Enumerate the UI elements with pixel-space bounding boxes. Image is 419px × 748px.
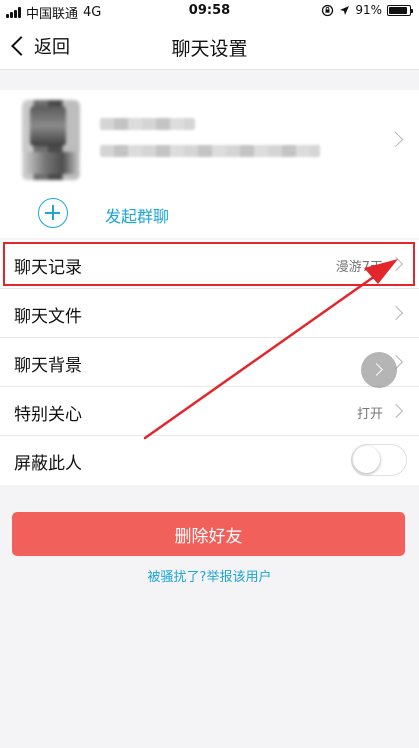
setting-value: 打开	[356, 407, 383, 422]
chevron-right-icon	[388, 256, 404, 272]
setting-chat-history[interactable]: 聊天记录 漫游7天	[0, 240, 419, 289]
setting-label: 聊天记录	[14, 258, 82, 278]
setting-label: 聊天文件	[14, 307, 82, 327]
delete-friend-button[interactable]: 删除好友	[12, 512, 405, 556]
setting-value: 漫游7天	[335, 260, 383, 275]
setting-chat-background[interactable]: 聊天背景	[0, 338, 419, 387]
floating-assist-button[interactable]	[361, 352, 397, 388]
battery-fill	[389, 6, 408, 14]
start-group-chat-button[interactable]: 发起群聊	[0, 190, 419, 238]
page-title: 聊天设置	[171, 38, 248, 60]
chevron-right-icon	[387, 131, 404, 148]
chat-settings-screen: 中国联通 4G 09:58 91% 返回 聊天设置 发起群聊 聊天记录 漫游7天…	[0, 0, 419, 748]
battery-percent: 91%	[355, 3, 382, 17]
lock-rotation-icon	[322, 4, 334, 16]
battery-icon	[387, 4, 413, 16]
status-right: 91%	[321, 3, 413, 17]
plus-circle-icon	[38, 198, 68, 228]
setting-label: 聊天背景	[14, 356, 82, 376]
chevron-right-icon	[388, 403, 404, 419]
settings-list: 聊天记录 漫游7天 聊天文件 聊天背景 特别关心 打开 屏蔽此人	[0, 240, 419, 485]
blurred-nickname	[100, 118, 195, 130]
setting-label: 特别关心	[14, 405, 82, 425]
start-group-chat-label: 发起群聊	[105, 207, 170, 226]
blurred-signature	[100, 145, 320, 157]
avatar	[22, 100, 80, 180]
location-arrow-icon	[340, 5, 350, 15]
setting-block-user: 屏蔽此人	[0, 436, 419, 485]
status-bar: 中国联通 4G 09:58 91%	[0, 0, 419, 22]
block-user-toggle[interactable]	[351, 444, 407, 476]
chevron-right-icon	[388, 305, 404, 321]
friend-profile-card[interactable]	[0, 90, 419, 190]
toggle-knob	[353, 446, 380, 473]
setting-special-care[interactable]: 特别关心 打开	[0, 387, 419, 436]
navigation-bar: 返回 聊天设置	[0, 22, 419, 70]
report-user-link[interactable]: 被骚扰了?举报该用户	[0, 566, 419, 585]
setting-chat-files[interactable]: 聊天文件	[0, 289, 419, 338]
setting-label: 屏蔽此人	[14, 454, 82, 474]
